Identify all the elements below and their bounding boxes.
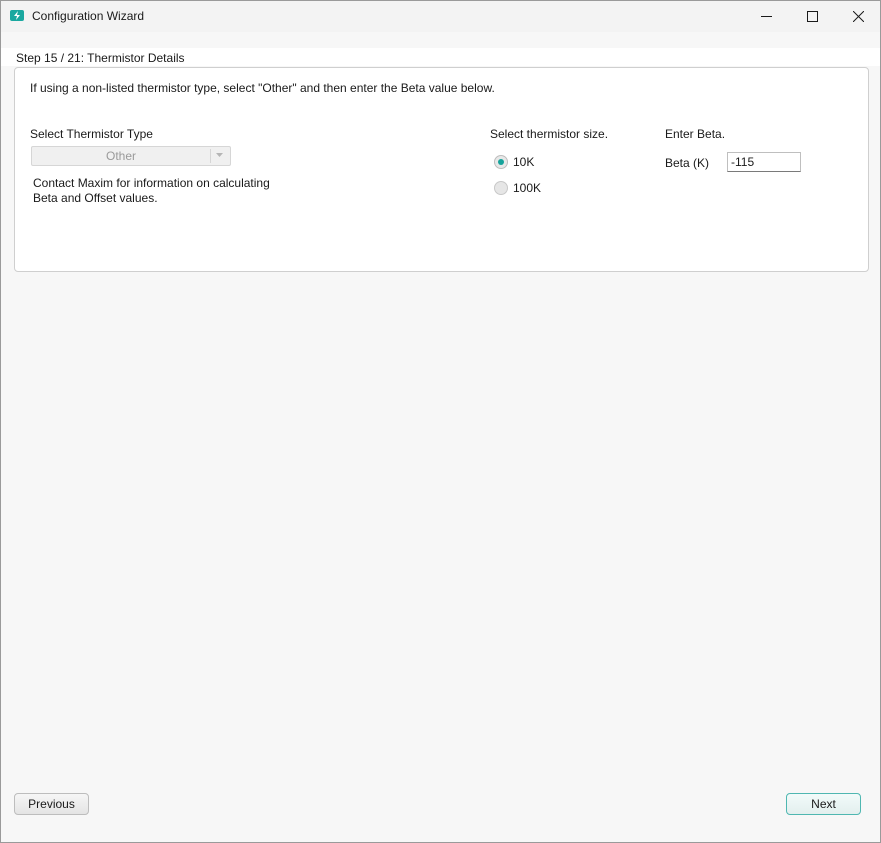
dropdown-separator <box>210 149 211 163</box>
minimize-icon <box>760 16 772 17</box>
configuration-wizard-window: Configuration Wizard Step 15 / 21: Therm… <box>0 0 881 843</box>
radio-10k-label: 10K <box>513 155 535 169</box>
close-button[interactable] <box>835 1 880 32</box>
beta-input[interactable] <box>727 152 801 172</box>
thermistor-size-label: Select thermistor size. <box>490 127 609 141</box>
contact-note-line-2: Beta and Offset values. <box>33 191 158 205</box>
radio-100k[interactable]: 100K <box>494 180 541 196</box>
thermistor-type-label: Select Thermistor Type <box>30 127 153 141</box>
close-icon <box>852 11 864 22</box>
step-title: Step 15 / 21: Thermistor Details <box>16 51 185 65</box>
thermistor-type-selected: Other <box>105 149 136 163</box>
thermistor-details-panel: If using a non-listed thermistor type, s… <box>14 67 869 272</box>
radio-10k-indicator[interactable] <box>494 155 508 169</box>
title-bar[interactable]: Configuration Wizard <box>1 1 880 32</box>
wizard-content: Step 15 / 21: Thermistor Details If usin… <box>1 32 880 842</box>
radio-100k-indicator[interactable] <box>494 181 508 195</box>
maximize-button[interactable] <box>789 1 835 32</box>
enter-beta-label: Enter Beta. <box>665 127 726 141</box>
instruction-text: If using a non-listed thermistor type, s… <box>30 81 495 95</box>
maximize-icon <box>806 11 818 22</box>
radio-100k-label: 100K <box>513 181 542 195</box>
previous-button[interactable]: Previous <box>14 793 89 815</box>
beta-field-label: Beta (K) <box>665 156 710 170</box>
chevron-down-icon <box>216 153 223 157</box>
next-button[interactable]: Next <box>786 793 861 815</box>
contact-maxim-note: Contact Maxim for information on calcula… <box>33 176 293 206</box>
app-logo-icon <box>10 10 24 21</box>
minimize-button[interactable] <box>743 1 789 32</box>
radio-10k[interactable]: 10K <box>494 154 534 170</box>
contact-note-line-1: Contact Maxim for information on calcula… <box>33 176 270 190</box>
thermistor-type-dropdown[interactable]: Other <box>31 146 231 166</box>
step-header: Step 15 / 21: Thermistor Details <box>1 48 880 66</box>
window-title: Configuration Wizard <box>32 9 145 23</box>
